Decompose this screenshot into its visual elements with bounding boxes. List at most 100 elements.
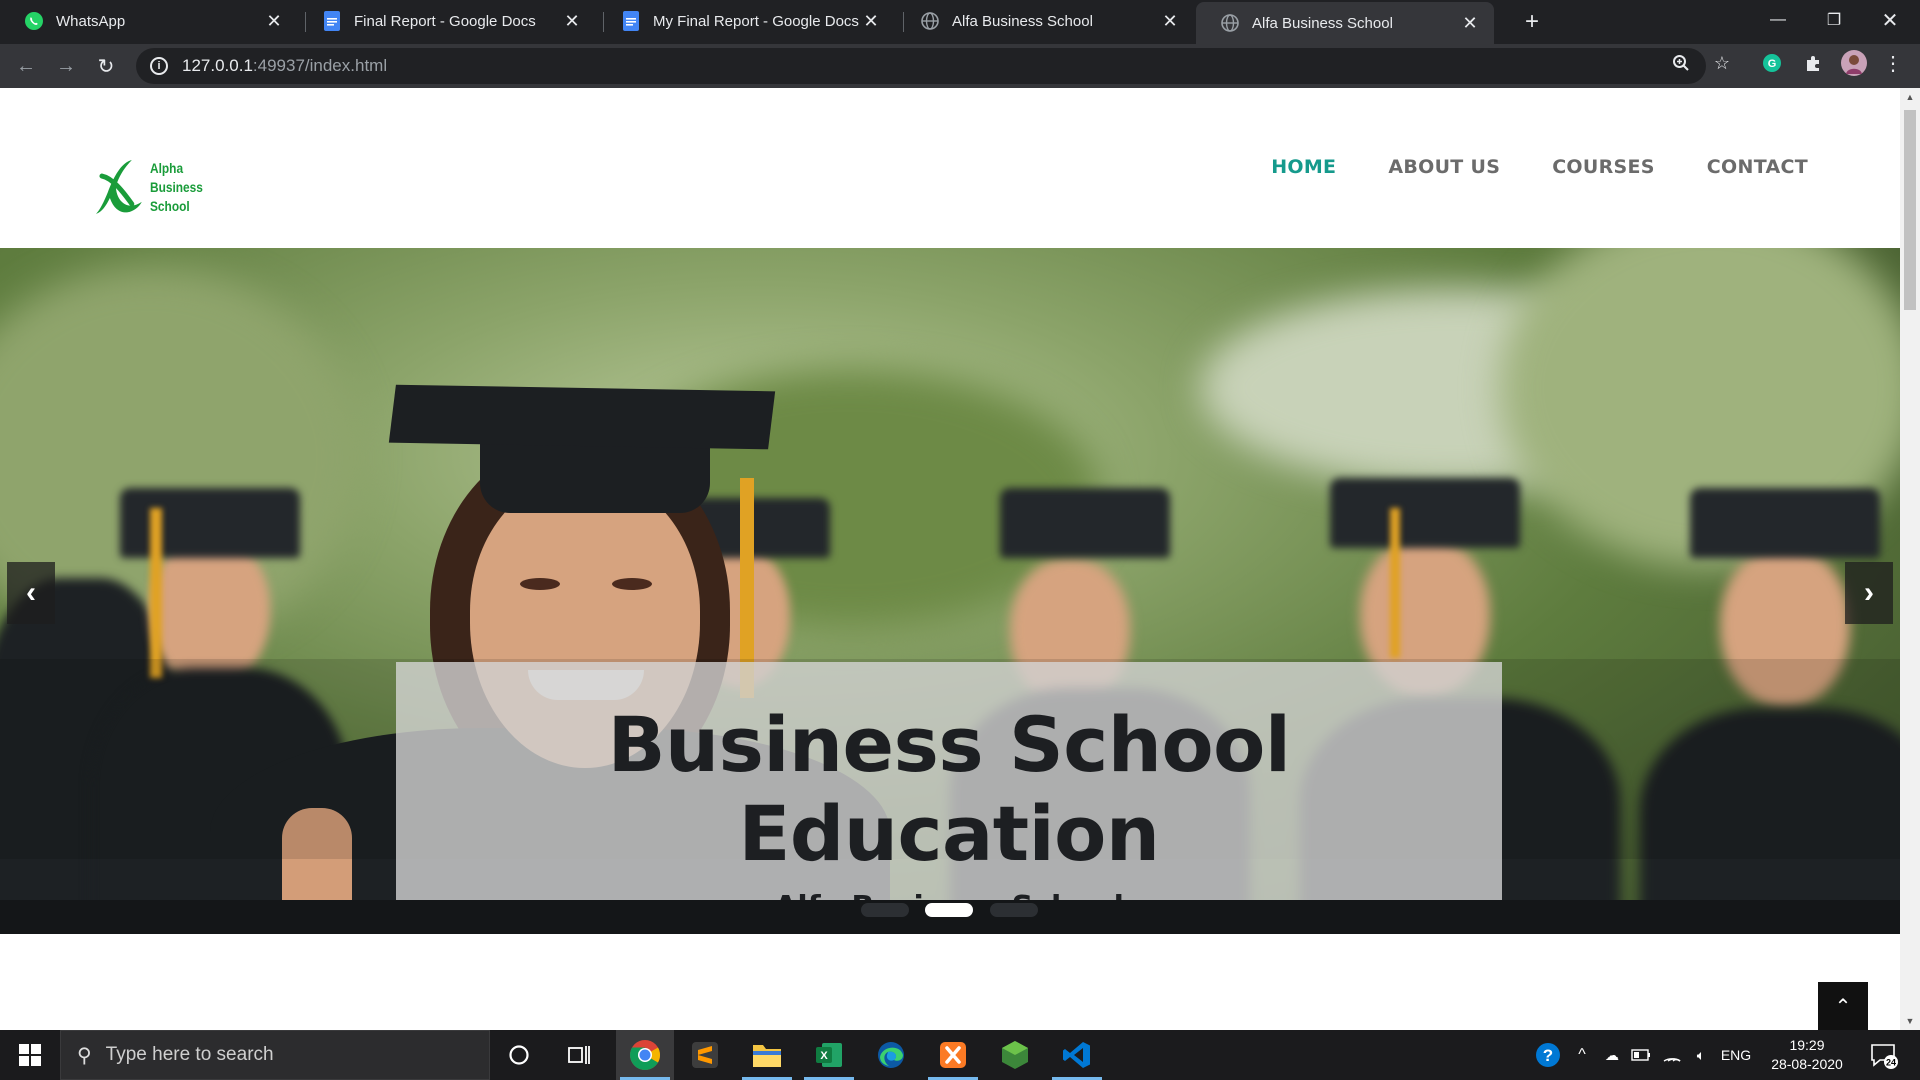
graduate-eye	[612, 578, 652, 590]
tab-close-icon[interactable]: ✕	[562, 11, 582, 31]
back-arrow-icon[interactable]: ←	[12, 52, 40, 80]
hero-title: Business School Education	[607, 700, 1291, 878]
scroll-up-icon[interactable]: ▲	[1904, 90, 1916, 104]
tab-my-final-report[interactable]: My Final Report - Google Docs ✕	[597, 0, 895, 42]
address-bar[interactable]: i 127.0.0.1:49937/index.html	[136, 48, 1706, 84]
onedrive-cloud-icon[interactable]: ☁	[1598, 1030, 1626, 1080]
graduate-cap-board	[388, 384, 776, 450]
graduate-tassel	[1390, 508, 1400, 658]
google-docs-icon	[621, 11, 641, 31]
whatsapp-icon	[24, 11, 44, 31]
cortana-icon[interactable]	[490, 1030, 548, 1080]
zoom-icon[interactable]	[1670, 52, 1692, 74]
main-nav: HOME ABOUT US COURSES CONTACT	[1271, 156, 1808, 178]
nodejs-icon[interactable]	[986, 1030, 1044, 1080]
show-hidden-icons-chevron-icon[interactable]: ^	[1570, 1030, 1594, 1080]
new-tab-plus-icon[interactable]: +	[1518, 8, 1546, 36]
logo-line: School	[149, 197, 190, 214]
grammarly-extension-icon[interactable]: G	[1761, 52, 1783, 74]
carousel-indicator[interactable]	[990, 903, 1038, 917]
site-logo[interactable]: Alpha Business School	[92, 154, 212, 220]
graduate-cap	[120, 488, 300, 558]
browser-menu-icon[interactable]: ⋮	[1882, 52, 1904, 75]
taskbar-search[interactable]: ⚲ Type here to search	[60, 1030, 490, 1080]
tab-title: Final Report - Google Docs	[354, 12, 536, 30]
alpha-logo-icon	[95, 160, 142, 214]
svg-text:G: G	[1768, 58, 1777, 70]
windows-taskbar: ⚲ Type here to search X ? ^ ☁ 🔈︎ ENG 19:…	[0, 1030, 1920, 1080]
task-view-icon[interactable]	[550, 1030, 608, 1080]
extensions-puzzle-icon[interactable]	[1802, 52, 1824, 74]
restore-icon[interactable]: ❐	[1814, 0, 1854, 40]
chrome-app-icon[interactable]	[616, 1030, 674, 1080]
window-close-icon[interactable]: ✕	[1870, 0, 1910, 40]
logo-text: Alpha Business School	[150, 159, 203, 216]
graduate-cap	[1330, 478, 1520, 548]
nav-home[interactable]: HOME	[1271, 156, 1336, 178]
vscode-icon[interactable]	[1048, 1030, 1106, 1080]
search-placeholder: Type here to search	[105, 1044, 274, 1065]
browser-toolbar: ← → ↻ i 127.0.0.1:49937/index.html ☆ G ⋮	[0, 44, 1920, 88]
tab-title: Alfa Business School	[1252, 14, 1393, 32]
tab-close-icon[interactable]: ✕	[1460, 13, 1480, 33]
scroll-down-icon[interactable]: ▼	[1904, 1014, 1916, 1028]
notification-count: 24	[1886, 1058, 1896, 1068]
help-icon[interactable]: ?	[1530, 1030, 1566, 1080]
tab-close-icon[interactable]: ✕	[1160, 11, 1180, 31]
hero-caption: Business School Education Alfa Business …	[396, 662, 1502, 925]
file-explorer-icon[interactable]	[738, 1030, 796, 1080]
page-scrollbar[interactable]: ▲ ▼	[1900, 88, 1920, 1030]
reload-icon[interactable]: ↻	[92, 52, 120, 80]
bookmark-star-icon[interactable]: ☆	[1711, 52, 1733, 74]
notification-center-icon[interactable]: 24	[1864, 1030, 1904, 1080]
svg-text:?: ?	[1543, 1046, 1553, 1065]
graduate-tassel	[150, 508, 162, 678]
graduate-cap	[1690, 488, 1880, 558]
tab-alfa-business-school[interactable]: Alfa Business School ✕	[896, 0, 1194, 42]
tab-alfa-business-school-active[interactable]: Alfa Business School ✕	[1196, 2, 1494, 44]
tab-title: WhatsApp	[56, 12, 126, 30]
carousel-indicator-active[interactable]	[925, 903, 973, 917]
tab-final-report[interactable]: Final Report - Google Docs ✕	[298, 0, 596, 42]
nav-courses[interactable]: COURSES	[1552, 156, 1655, 178]
svg-text:X: X	[820, 1050, 828, 1062]
sublime-text-icon[interactable]	[676, 1030, 734, 1080]
minimize-icon[interactable]: —	[1758, 0, 1798, 40]
volume-icon[interactable]: 🔈︎	[1688, 1030, 1714, 1080]
graduate-cap	[1000, 488, 1170, 558]
web-page: Alpha Business School HOME ABOUT US COUR…	[0, 88, 1900, 1030]
graduate-eye	[520, 578, 560, 590]
tab-whatsapp[interactable]: WhatsApp ✕	[0, 0, 298, 42]
search-icon: ⚲	[77, 1044, 92, 1067]
nav-about-us[interactable]: ABOUT US	[1388, 156, 1500, 178]
globe-icon	[920, 11, 940, 31]
battery-icon[interactable]	[1628, 1030, 1654, 1080]
profile-avatar[interactable]	[1841, 50, 1867, 76]
hero-carousel: ‹ › Business School Education Alfa Busin…	[0, 248, 1900, 934]
scrollbar-thumb[interactable]	[1904, 110, 1916, 310]
tab-title: My Final Report - Google Docs	[653, 12, 859, 30]
excel-icon[interactable]: X	[800, 1030, 858, 1080]
xampp-icon[interactable]	[924, 1030, 982, 1080]
site-header: Alpha Business School HOME ABOUT US COUR…	[0, 88, 1900, 248]
windows-start-icon[interactable]	[0, 1030, 60, 1080]
logo-line: Business	[149, 178, 203, 195]
globe-icon	[1220, 13, 1240, 33]
carousel-indicator[interactable]	[861, 903, 909, 917]
nav-contact[interactable]: CONTACT	[1707, 156, 1808, 178]
google-docs-icon	[322, 11, 342, 31]
logo-line: Alpha	[149, 159, 183, 176]
forward-arrow-icon[interactable]: →	[52, 52, 80, 80]
wifi-icon[interactable]	[1660, 1030, 1684, 1080]
carousel-prev-icon[interactable]: ‹	[7, 562, 55, 624]
tab-close-icon[interactable]: ✕	[264, 11, 284, 31]
taskbar-clock[interactable]: 19:29 28-08-2020	[1758, 1036, 1856, 1074]
url-path: :49937/index.html	[252, 56, 388, 75]
back-to-top-chevron-icon[interactable]: ⌃	[1818, 982, 1868, 1030]
edge-icon[interactable]	[862, 1030, 920, 1080]
browser-tab-strip: WhatsApp ✕ Final Report - Google Docs ✕ …	[0, 0, 1920, 44]
carousel-next-icon[interactable]: ›	[1845, 562, 1893, 624]
site-info-icon[interactable]: i	[150, 57, 168, 75]
tab-close-icon[interactable]: ✕	[861, 11, 881, 31]
language-indicator[interactable]: ENG	[1718, 1030, 1754, 1080]
